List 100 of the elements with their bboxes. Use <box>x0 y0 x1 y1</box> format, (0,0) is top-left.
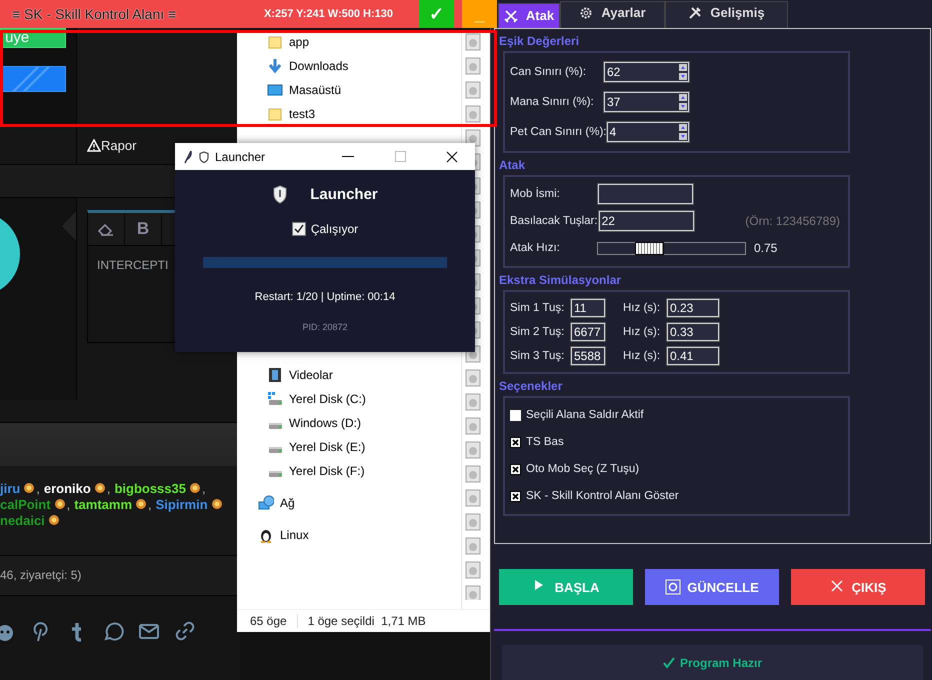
checkbox[interactable] <box>510 410 521 421</box>
input-field[interactable]: 22 <box>598 211 694 232</box>
monitor-icon[interactable] <box>267 82 283 98</box>
shield-icon <box>272 185 288 204</box>
close-icon[interactable] <box>446 150 458 162</box>
drive-icon[interactable] <box>267 391 283 407</box>
folder-tree-item[interactable]: Videolar <box>289 368 333 382</box>
status-text: Restart: 1/20 | Uptime: 00:14 <box>254 291 396 303</box>
checkbox[interactable] <box>510 436 521 448</box>
username-link[interactable]: eroniko <box>44 480 91 496</box>
network-icon[interactable] <box>258 495 274 511</box>
window-title: Launcher <box>215 150 266 164</box>
chat-bubble-icon[interactable] <box>102 620 124 642</box>
gear-icon <box>579 6 594 20</box>
spin-box[interactable]: 37 <box>604 92 689 112</box>
username-link[interactable]: nedaici <box>0 512 45 528</box>
folder-tree-item[interactable]: app <box>289 35 310 49</box>
checkbox-label: Çalışıyor <box>310 222 358 236</box>
field-label: Hız (s): <box>623 302 662 314</box>
input-field[interactable] <box>598 184 693 204</box>
comma-text: , <box>148 496 152 512</box>
editor-text: INTERCEPTI <box>96 257 168 272</box>
rank-badge-icon <box>135 498 147 510</box>
tab[interactable]: Atak <box>498 2 560 28</box>
field-label: Sim 3 Tuş: <box>510 350 566 362</box>
username-link[interactable]: jiru <box>0 480 20 496</box>
checkbox[interactable] <box>510 464 521 475</box>
folder-tree-item[interactable]: Yerel Disk (C:) <box>289 392 366 406</box>
down-arrow-icon[interactable] <box>267 58 283 74</box>
folder-tree-item[interactable]: Linux <box>280 528 309 542</box>
checkbox-label[interactable]: TS Bas <box>526 436 564 448</box>
eraser-icon[interactable] <box>97 222 115 236</box>
selection-size: 1,71 MB <box>381 614 426 628</box>
bold-button[interactable]: B <box>136 219 150 239</box>
shield-icon <box>199 150 209 162</box>
field-label: Basılacak Tuşlar: <box>510 215 599 228</box>
tools-icon <box>688 6 702 20</box>
checkbox-label[interactable]: Oto Mob Seç (Z Tuşu) <box>526 463 640 476</box>
film-icon[interactable] <box>267 367 283 383</box>
exit-button[interactable]: ÇIKIŞ <box>791 569 925 606</box>
selection-count: 1 öge seçildi <box>308 614 374 628</box>
minimize-icon[interactable] <box>342 156 354 158</box>
comma-text: , <box>66 496 70 512</box>
folder-tree-item[interactable]: Yerel Disk (E:) <box>289 440 366 454</box>
folder-tree-item[interactable]: Yerel Disk (F:) <box>289 464 365 478</box>
checkbox[interactable] <box>292 222 306 236</box>
field-label: Mob İsmi: <box>510 188 561 200</box>
penguin-icon[interactable] <box>258 527 274 543</box>
folder-tree-item[interactable]: Downloads <box>289 59 348 73</box>
spin-arrows-icon[interactable] <box>678 62 688 82</box>
checkbox-label[interactable]: Seçili Alana Saldır Aktif <box>526 409 644 422</box>
field-label: Sim 2 Tuş: <box>510 326 566 338</box>
checkbox[interactable] <box>510 490 521 502</box>
warning-icon <box>87 139 101 152</box>
field-label: Sim 1 Tuş: <box>510 302 566 314</box>
rank-badge-icon <box>48 514 60 526</box>
input-field[interactable]: 6677 <box>571 322 605 341</box>
speed-slider[interactable] <box>597 242 746 255</box>
section-title: Atak <box>499 156 526 173</box>
username-link[interactable]: Sipirmin <box>156 496 208 512</box>
spin-arrows-icon[interactable] <box>678 92 688 112</box>
spin-box[interactable]: 62 <box>604 62 689 82</box>
folder-tree-item[interactable]: test3 <box>289 107 316 121</box>
username-link[interactable]: bigbosss35 <box>114 480 186 496</box>
username-link[interactable]: tamtamm <box>74 496 132 512</box>
comma-text: , <box>202 480 206 496</box>
comma-text: , <box>36 480 40 496</box>
input-field[interactable]: 0.41 <box>667 346 719 365</box>
checkbox-label[interactable]: SK - Skill Kontrol Alanı Göster <box>526 490 679 502</box>
item-count: 65 öge <box>250 614 287 628</box>
section-title: Eşik Değerleri <box>499 32 580 49</box>
folder-tree-item[interactable]: Windows (D:) <box>289 416 362 430</box>
online-summary: 46, ziyaretçi: 5) <box>0 568 82 582</box>
refresh-icon <box>665 579 682 596</box>
rank-badge-icon <box>210 498 223 510</box>
input-field[interactable]: 11 <box>571 298 605 317</box>
rank-badge-icon <box>54 498 66 510</box>
field-label: Mana Sınırı (%): <box>510 96 594 108</box>
rank-badge-icon <box>94 482 106 494</box>
input-field[interactable]: 5588 <box>571 346 605 365</box>
folder-tree-item[interactable]: Masaüstü <box>289 83 342 97</box>
input-field[interactable]: 0.33 <box>667 322 719 341</box>
folder-tree-item[interactable]: Ağ <box>280 496 295 510</box>
link-icon[interactable] <box>174 620 196 642</box>
spin-arrows-icon[interactable] <box>678 122 688 142</box>
section-title: Seçenekler <box>499 378 564 394</box>
input-field[interactable]: 0.23 <box>667 298 719 317</box>
slider-value: 0.75 <box>754 241 778 256</box>
overlay-title: ≡ SK - Skill Kontrol Alanı ≡ <box>12 6 176 22</box>
status-text: Program Hazır <box>680 656 762 670</box>
comma-text: , <box>106 480 110 496</box>
update-button[interactable]: GÜNCELLE <box>645 569 779 606</box>
report-link[interactable]: Rapor <box>101 138 136 153</box>
tab[interactable]: Gelişmiş <box>665 0 788 28</box>
launcher-heading: Launcher <box>310 186 378 203</box>
spin-box[interactable]: 4 <box>606 122 689 142</box>
tab[interactable]: Ayarlar <box>560 0 665 28</box>
username-link[interactable]: calPoint <box>0 496 51 512</box>
slider-thumb[interactable] <box>635 242 664 255</box>
field-label: Hız (s): <box>623 350 662 362</box>
